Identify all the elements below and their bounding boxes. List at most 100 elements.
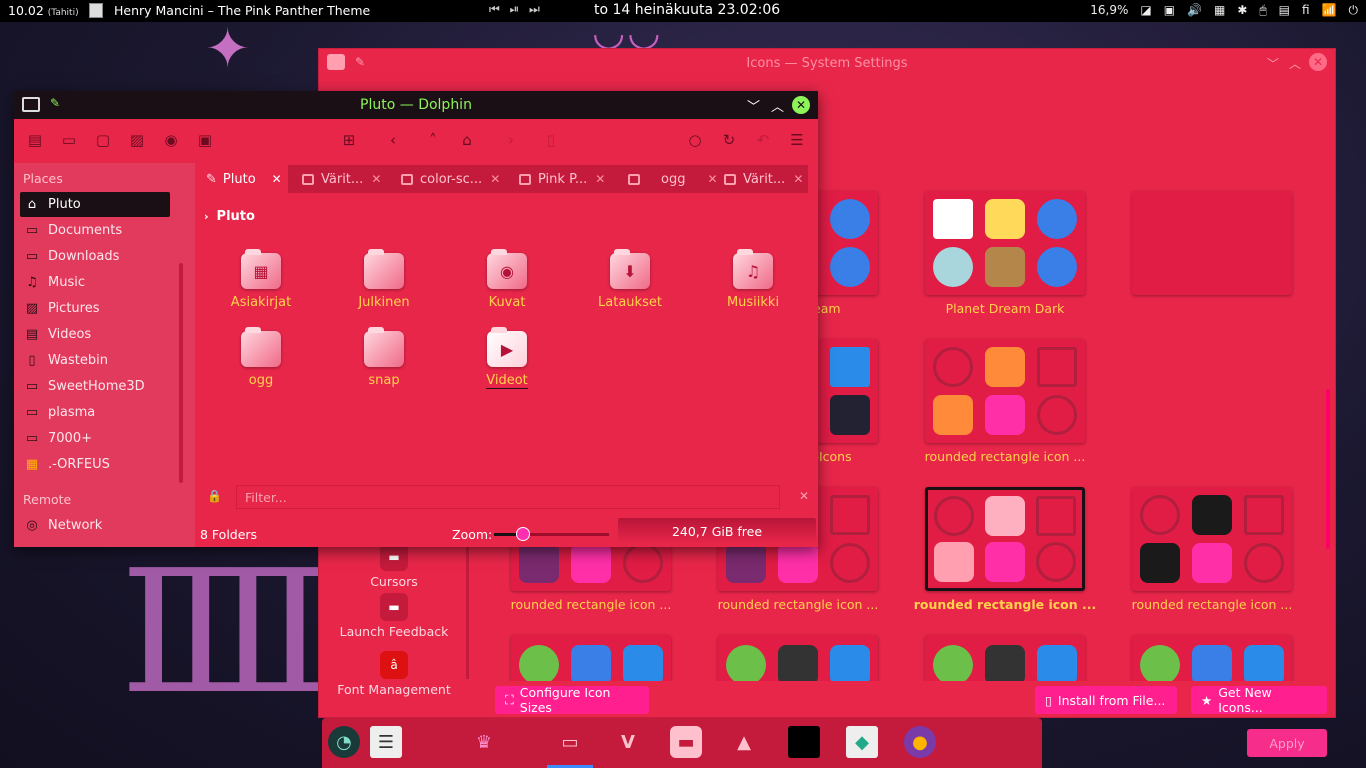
home-icon[interactable]: ⌂ [458,131,476,149]
place-downloads[interactable]: ▭ Downloads [20,244,170,269]
folder-kuvat[interactable]: ◉ Kuvat [457,249,557,310]
place-plasma[interactable]: ▭ plasma [20,400,170,425]
place-orfeus[interactable]: ▦ .-ORFEUS [20,452,170,477]
copy-icon[interactable]: ▣ [196,131,214,149]
sidebar-item-cursors[interactable]: ▬ Cursors [319,543,469,589]
theme-card-row4-2[interactable] [718,635,878,681]
panel-clock[interactable]: 10.02 (Tahiti) [8,3,79,18]
dolphin-titlebar[interactable]: ✎ Pluto — Dolphin ﹀ ︿ ✕ [14,91,818,119]
theme-card-rounded-selected[interactable] [925,487,1085,591]
delete-icon[interactable]: ▯ [542,131,560,149]
up-icon[interactable]: ˄ [424,131,442,149]
mouse-icon[interactable]: 🖱 [1259,3,1266,18]
folder-asiakirjat[interactable]: ▦ Asiakirjat [211,249,311,310]
close-button[interactable]: ✕ [1309,53,1327,71]
theme-card-rounded-4[interactable] [1132,487,1292,591]
close-tab-icon[interactable]: ✕ [272,172,282,186]
orange-app-icon[interactable]: ● [904,726,936,758]
pin-icon[interactable]: ✎ [50,96,60,110]
theme-card-rounded-1[interactable] [925,339,1085,443]
place-videos[interactable]: ▤ Videos [20,322,170,347]
close-tab-icon[interactable]: ✕ [707,172,717,186]
tab-pink-panther[interactable]: Pink P... ✕ [519,165,605,193]
display-icon[interactable]: ▦ [1214,3,1225,18]
split-view-icon[interactable]: ▤ [26,131,44,149]
zoom-slider[interactable] [494,527,609,541]
tab-ogg[interactable]: ogg ✕ [628,165,718,193]
tab-varit-1[interactable]: Värit... ✕ [302,165,381,193]
folder-videot[interactable]: ▶ Videot [457,327,557,389]
pink-panther-icon[interactable]: ♛ [468,726,500,758]
terminal-icon[interactable]: ▭ [60,131,78,149]
close-tab-icon[interactable]: ✕ [371,172,381,186]
power-icon[interactable]: ⏻ [1349,3,1359,18]
terminal-icon[interactable] [788,726,820,758]
place-wastebin[interactable]: ▯ Wastebin [20,348,170,373]
vlc-icon[interactable]: ▲ [728,726,760,758]
clear-filter-icon[interactable]: ✕ [799,489,809,503]
place-pluto[interactable]: ⌂ Pluto [20,192,170,217]
app-icon[interactable]: ◆ [846,726,878,758]
theme-card-planet-dream-dark-2[interactable] [1132,191,1292,295]
free-space-indicator[interactable]: 240,7 GiB free [618,518,816,544]
theme-card-row4-4[interactable] [1132,635,1292,681]
volume-icon[interactable]: 🔊 [1187,3,1202,18]
folder-julkinen[interactable]: Julkinen [334,249,434,310]
tray-icon-1[interactable]: ◪ [1140,3,1151,18]
place-network[interactable]: ◎ Network [20,513,170,538]
notes-icon[interactable]: ☰ [370,726,402,758]
settings-icon[interactable]: ▬ [670,726,702,758]
pin-icon[interactable]: ✎ [355,55,365,69]
reload-icon[interactable]: ↻ [720,131,738,149]
theme-card-planet-dream-dark[interactable] [925,191,1085,295]
clipboard-icon[interactable]: ▤ [1279,3,1290,18]
breadcrumb[interactable]: › Pluto [204,209,255,224]
wifi-icon[interactable]: 📶 [1322,3,1337,18]
media-controls[interactable]: ⏮ ⏯ ⏭ [489,2,543,17]
close-tab-icon[interactable]: ✕ [595,172,605,186]
tab-color-schemes[interactable]: color-sc... ✕ [401,165,500,193]
tab-pluto[interactable]: ✎ Pluto ✕ [198,165,288,193]
place-documents[interactable]: ▭ Documents [20,218,170,243]
place-sweethome3d[interactable]: ▭ SweetHome3D [20,374,170,399]
close-tab-icon[interactable]: ✕ [490,172,500,186]
sidebar-item-launch-feedback[interactable]: ▬ Launch Feedback [319,593,469,639]
back-icon[interactable]: ‹ [384,131,402,149]
get-new-icons-button[interactable]: ★ Get New Icons... [1191,685,1327,715]
folder-icon[interactable]: ▭ [554,726,586,758]
folder-snap[interactable]: snap [334,327,434,388]
install-from-file-button[interactable]: ▯ Install from File... [1035,686,1177,714]
search-icon[interactable]: ○ [686,131,704,149]
media-player-icon[interactable] [89,3,103,18]
places-scrollbar[interactable] [179,263,183,483]
theme-card-row4-3[interactable] [925,635,1085,681]
maximize-button[interactable]: ︿ [771,96,784,115]
lock-icon[interactable]: 🔒 [207,489,222,503]
sidebar-item-font-management[interactable]: â Font Management [319,651,469,697]
place-pictures[interactable]: ▨ Pictures [20,296,170,321]
settings-titlebar[interactable]: ✎ Icons — System Settings ﹀ ︿ ✕ [319,49,1335,77]
configure-icon-sizes-button[interactable]: ⛶ Configure Icon Sizes [495,685,649,715]
place-7000plus[interactable]: ▭ 7000+ [20,426,170,451]
theme-grid-scrollbar[interactable] [1326,389,1330,549]
new-tab-icon[interactable]: ⊞ [340,131,358,149]
minimize-button[interactable]: ﹀ [1267,55,1279,72]
battery-percent[interactable]: 16,9% [1090,3,1128,18]
theme-card-row4-1[interactable] [511,635,671,681]
maximize-button[interactable]: ︿ [1289,55,1301,72]
minimize-button[interactable]: ﹀ [747,96,760,115]
close-tab-icon[interactable]: ✕ [793,172,803,186]
folder-lataukset[interactable]: ⬇ Lataukset [580,249,680,310]
filter-input[interactable]: Filter... [236,485,780,509]
preview-icon[interactable]: ▢ [94,131,112,149]
tab-varit-2[interactable]: Värit... ✕ [724,165,803,193]
apply-button[interactable]: Apply [1247,729,1327,757]
bluetooth-icon[interactable]: ✱ [1237,3,1247,18]
clock-icon[interactable]: ◔ [328,726,360,758]
menu-icon[interactable]: ☰ [788,131,806,149]
forward-icon[interactable]: › [502,131,520,149]
close-button[interactable]: ✕ [792,96,810,114]
now-playing-title[interactable]: Henry Mancini – The Pink Panther Theme [114,3,370,18]
undo-icon[interactable]: ↶ [754,131,772,149]
sidebar-scrollbar[interactable] [466,529,469,679]
